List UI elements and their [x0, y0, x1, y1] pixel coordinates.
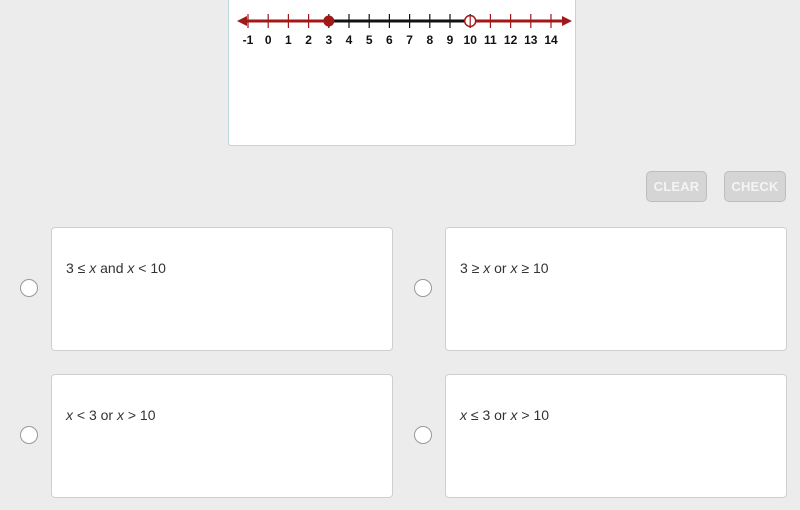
- check-button[interactable]: CHECK: [724, 171, 786, 202]
- tick-label: 12: [504, 33, 518, 47]
- tick-label: 5: [366, 33, 373, 47]
- tick-label: 8: [426, 33, 433, 47]
- tick-label: 0: [265, 33, 272, 47]
- clear-button[interactable]: CLEAR: [646, 171, 707, 202]
- tick-label: 13: [524, 33, 538, 47]
- answer-option-b[interactable]: 3 ≥ x or x ≥ 10: [445, 227, 787, 351]
- option-c-radio[interactable]: [20, 426, 38, 444]
- tick-label: 4: [346, 33, 353, 47]
- arrow-right-icon: [562, 16, 572, 26]
- arrow-left-icon: [237, 16, 247, 26]
- option-a-text: 3 ≤ x and x < 10: [66, 260, 166, 276]
- answer-option-c[interactable]: x < 3 or x > 10: [51, 374, 393, 498]
- option-d-text: x ≤ 3 or x > 10: [460, 407, 550, 423]
- tick-label: 2: [305, 33, 312, 47]
- tick-label: 6: [386, 33, 393, 47]
- option-c-text: x < 3 or x > 10: [66, 407, 156, 423]
- tick-label: 7: [406, 33, 413, 47]
- tick-label: -1: [243, 33, 254, 47]
- tick-label: 11: [484, 33, 497, 47]
- tick-label: 9: [447, 33, 454, 47]
- number-line: -1 0 1 2 3 4 5 6 7 8 9 10 11 12 13 14: [237, 14, 572, 47]
- option-a-radio[interactable]: [20, 279, 38, 297]
- closed-point: [323, 15, 335, 27]
- tick-label: 14: [544, 33, 558, 47]
- answer-option-d[interactable]: x ≤ 3 or x > 10: [445, 374, 787, 498]
- tick-label: 10: [464, 33, 478, 47]
- tick-label: 3: [325, 33, 332, 47]
- tick-label: 1: [285, 33, 292, 47]
- option-b-text: 3 ≥ x or x ≥ 10: [460, 260, 549, 276]
- option-b-radio[interactable]: [414, 279, 432, 297]
- answer-option-a[interactable]: 3 ≤ x and x < 10: [51, 227, 393, 351]
- option-d-radio[interactable]: [414, 426, 432, 444]
- number-line-panel: -1 0 1 2 3 4 5 6 7 8 9 10 11 12 13 14: [228, 0, 576, 146]
